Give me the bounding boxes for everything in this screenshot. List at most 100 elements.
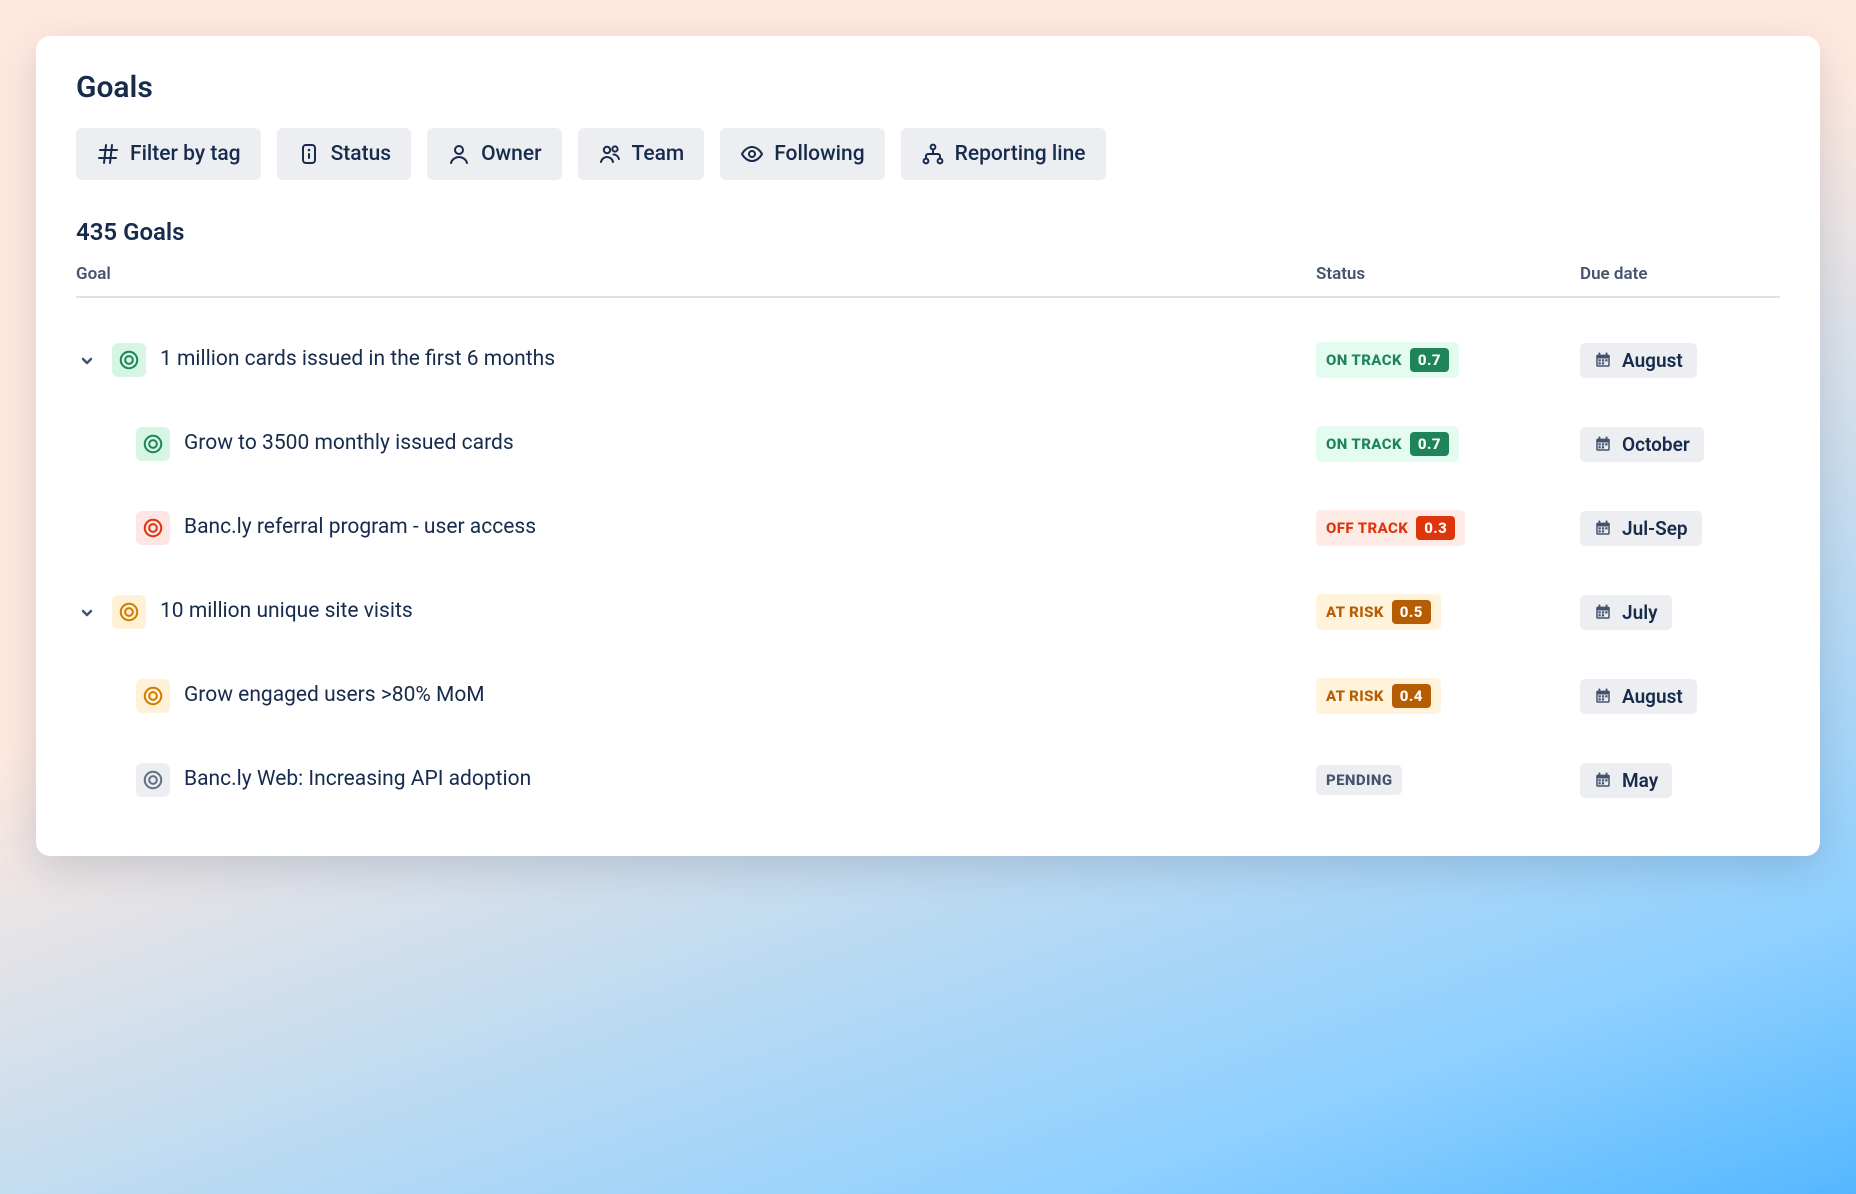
- goal-row[interactable]: 10 million unique site visits AT RISK 0.5 J…: [76, 570, 1780, 654]
- target-icon: [136, 679, 170, 713]
- goal-title: Banc.ly referral program - user access: [184, 514, 536, 541]
- goal-row[interactable]: Banc.ly referral program - user access OF…: [76, 486, 1780, 570]
- status-cell: ON TRACK 0.7: [1316, 342, 1556, 378]
- due-cell: May: [1580, 763, 1780, 798]
- status-cell: OFF TRACK0.3: [1316, 510, 1556, 546]
- due-label: May: [1622, 771, 1658, 790]
- due-label: August: [1622, 351, 1683, 370]
- status-label: OFF TRACK: [1326, 519, 1408, 537]
- page-title: Goals: [76, 70, 1780, 106]
- due-label: October: [1622, 435, 1690, 454]
- status-badge: PENDING: [1316, 765, 1402, 795]
- target-icon: [136, 511, 170, 545]
- status-score: 0.7: [1410, 432, 1449, 456]
- status-label: AT RISK: [1326, 603, 1384, 621]
- filter-label: Filter by tag: [130, 144, 241, 165]
- status-badge: ON TRACK 0.7: [1316, 342, 1459, 378]
- status-cell: AT RISK 0.4: [1316, 678, 1556, 714]
- status-score: 0.7: [1410, 348, 1449, 372]
- due-chip: July: [1580, 595, 1672, 630]
- due-chip: October: [1580, 427, 1704, 462]
- goal-cell: 10 million unique site visits: [76, 595, 1292, 629]
- goal-rows: 1 million cards issued in the first 6 mo…: [76, 298, 1780, 822]
- due-cell: August: [1580, 343, 1780, 378]
- goal-title: 1 million cards issued in the first 6 mo…: [160, 346, 555, 373]
- goal-title: 10 million unique site visits: [160, 598, 413, 625]
- status-badge: AT RISK 0.5: [1316, 594, 1441, 630]
- goal-row[interactable]: 1 million cards issued in the first 6 mo…: [76, 318, 1780, 402]
- due-cell: October: [1580, 427, 1780, 462]
- col-goal: Goal: [76, 264, 1292, 284]
- goals-panel: Goals Filter by tag Status Owner Team Follow…: [36, 36, 1820, 856]
- calendar-icon: [1594, 519, 1612, 537]
- expand-toggle[interactable]: [76, 601, 98, 623]
- user-icon: [447, 142, 471, 166]
- filter-label: Following: [774, 144, 864, 165]
- goal-title: Grow to 3500 monthly issued cards: [184, 430, 514, 457]
- calendar-icon: [1594, 771, 1612, 789]
- table-header: Goal Status Due date: [76, 264, 1780, 298]
- calendar-icon: [1594, 351, 1612, 369]
- due-cell: July: [1580, 595, 1780, 630]
- goal-row[interactable]: Grow engaged users >80% MoM AT RISK 0.4 Aug…: [76, 654, 1780, 738]
- due-label: August: [1622, 687, 1683, 706]
- filter-bar: Filter by tag Status Owner Team Following Rep…: [76, 128, 1780, 180]
- status-score: 0.5: [1392, 600, 1431, 624]
- due-label: July: [1622, 603, 1658, 622]
- col-status: Status: [1316, 264, 1556, 284]
- hash-icon: [96, 142, 120, 166]
- target-icon: [112, 343, 146, 377]
- due-label: Jul-Sep: [1622, 519, 1688, 538]
- status-badge: ON TRACK 0.7: [1316, 426, 1459, 462]
- filter-label: Team: [632, 144, 685, 165]
- due-chip: August: [1580, 343, 1697, 378]
- due-cell: Jul-Sep: [1580, 511, 1780, 546]
- status-label: ON TRACK: [1326, 351, 1402, 369]
- goal-cell: Banc.ly referral program - user access: [76, 511, 1292, 545]
- col-due: Due date: [1580, 264, 1780, 284]
- goal-cell: Grow engaged users >80% MoM: [76, 679, 1292, 713]
- chevron-down-icon: [79, 352, 95, 368]
- status-label: AT RISK: [1326, 687, 1384, 705]
- filter-label: Reporting line: [955, 144, 1086, 165]
- target-icon: [136, 763, 170, 797]
- chevron-down-icon: [79, 604, 95, 620]
- hierarchy-icon: [921, 142, 945, 166]
- goal-cell: Grow to 3500 monthly issued cards: [76, 427, 1292, 461]
- status-cell: AT RISK 0.5: [1316, 594, 1556, 630]
- filter-eye[interactable]: Following: [720, 128, 884, 180]
- goal-title: Grow engaged users >80% MoM: [184, 682, 485, 709]
- status-score: 0.4: [1392, 684, 1431, 708]
- status-label: PENDING: [1326, 771, 1392, 789]
- filter-team[interactable]: Team: [578, 128, 705, 180]
- calendar-icon: [1594, 687, 1612, 705]
- goals-count: 435 Goals: [76, 218, 1780, 246]
- target-icon: [136, 427, 170, 461]
- filter-hash[interactable]: Filter by tag: [76, 128, 261, 180]
- status-badge: AT RISK 0.4: [1316, 678, 1441, 714]
- status-cell: ON TRACK 0.7: [1316, 426, 1556, 462]
- due-chip: August: [1580, 679, 1697, 714]
- goal-cell: Banc.ly Web: Increasing API adoption: [76, 763, 1292, 797]
- goal-row[interactable]: Banc.ly Web: Increasing API adoption PEND…: [76, 738, 1780, 822]
- status-badge: OFF TRACK0.3: [1316, 510, 1465, 546]
- due-chip: Jul-Sep: [1580, 511, 1702, 546]
- status-cell: PENDING: [1316, 765, 1556, 795]
- team-icon: [598, 142, 622, 166]
- filter-hierarchy[interactable]: Reporting line: [901, 128, 1106, 180]
- due-cell: August: [1580, 679, 1780, 714]
- goal-cell: 1 million cards issued in the first 6 mo…: [76, 343, 1292, 377]
- status-label: ON TRACK: [1326, 435, 1402, 453]
- calendar-icon: [1594, 435, 1612, 453]
- due-chip: May: [1580, 763, 1672, 798]
- filter-label: Status: [331, 144, 392, 165]
- expand-toggle[interactable]: [76, 349, 98, 371]
- status-icon: [297, 142, 321, 166]
- goal-title: Banc.ly Web: Increasing API adoption: [184, 766, 531, 793]
- target-icon: [112, 595, 146, 629]
- calendar-icon: [1594, 603, 1612, 621]
- filter-status[interactable]: Status: [277, 128, 412, 180]
- eye-icon: [740, 142, 764, 166]
- goal-row[interactable]: Grow to 3500 monthly issued cards ON TRAC…: [76, 402, 1780, 486]
- filter-user[interactable]: Owner: [427, 128, 561, 180]
